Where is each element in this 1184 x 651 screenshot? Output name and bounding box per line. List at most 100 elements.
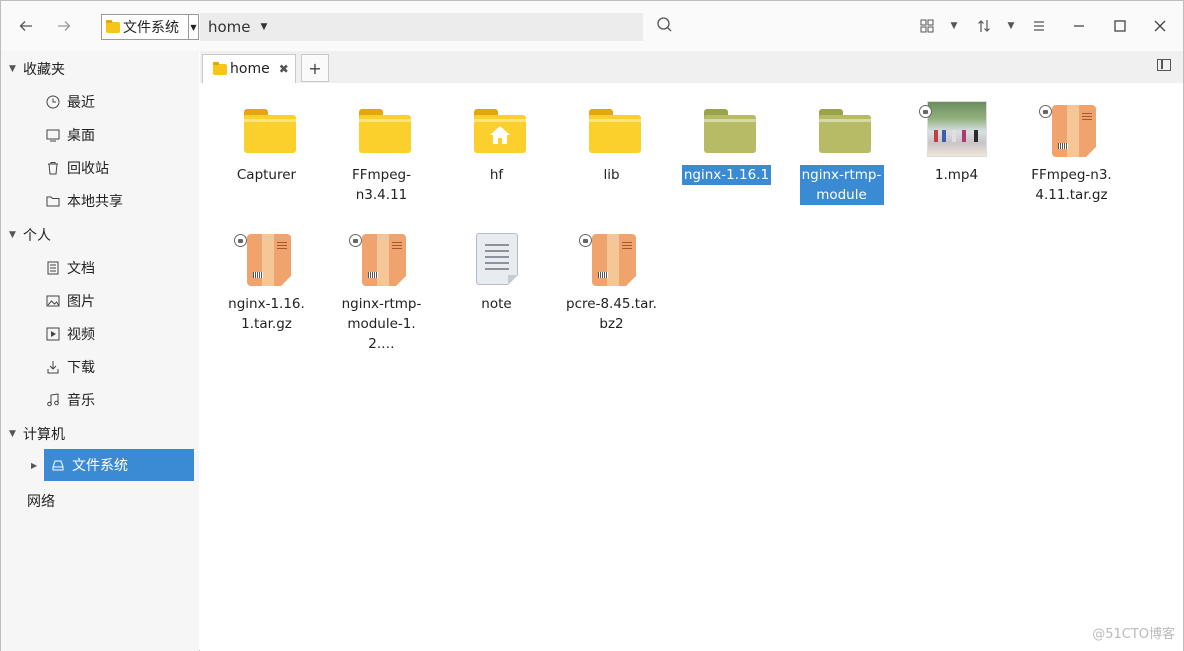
location-label: 文件系统 <box>123 20 179 36</box>
file-item[interactable]: FFmpeg-n3.4.11 <box>324 101 439 205</box>
file-item-selected[interactable]: nginx-1.16.1 <box>669 101 784 185</box>
file-item[interactable]: pcre-8.45.tar.bz2 <box>554 230 669 334</box>
chevron-down-icon[interactable]: ▼ <box>9 64 23 74</box>
archive-icon <box>246 234 291 286</box>
sidebar-item-recent[interactable]: 最近 <box>45 88 193 116</box>
folder-icon <box>106 19 120 33</box>
file-name: lib <box>603 167 620 183</box>
sort-dropdown-icon[interactable]: ▼ <box>998 13 1024 39</box>
file-name: nginx-rtmp-module <box>799 165 884 205</box>
chevron-right-icon[interactable]: ▶ <box>31 461 37 470</box>
sidebar-item-documents[interactable]: 文档 <box>45 254 193 282</box>
sidebar-item-label: 下载 <box>67 360 95 376</box>
trash-icon <box>45 160 61 176</box>
archive-icon <box>591 234 636 286</box>
video-thumbnail-icon <box>926 101 987 157</box>
sort-icon[interactable] <box>971 13 997 39</box>
sidebar-item-label: 视频 <box>67 327 95 343</box>
sidebar-item-pictures[interactable]: 图片 <box>45 287 193 315</box>
search-icon[interactable] <box>656 16 676 36</box>
sidebar: ▼ 收藏夹 最近 桌面 回收站 本地共享 ▼ 个人 文档 图片 视频 下载 音乐… <box>1 51 199 651</box>
sidebar-item-label: 回收站 <box>67 161 109 177</box>
chevron-down-icon[interactable]: ▼ <box>9 429 23 439</box>
sidebar-item-label: 音乐 <box>67 393 95 409</box>
sidebar-item-trash[interactable]: 回收站 <box>45 154 193 182</box>
home-folder-icon <box>473 109 526 153</box>
file-name: hf <box>489 167 504 183</box>
folder-icon <box>703 109 756 153</box>
file-name: FFmpeg-n3.4.11.tar.gz <box>1031 167 1112 203</box>
sidebar-section-computer[interactable]: ▼ 计算机 <box>9 421 65 447</box>
folder-share-icon <box>45 193 61 209</box>
sidebar-section-favorites[interactable]: ▼ 收藏夹 <box>9 56 65 82</box>
file-name: Capturer <box>236 167 297 183</box>
section-title: 计算机 <box>23 427 65 443</box>
view-dropdown-icon[interactable]: ▼ <box>941 13 967 39</box>
file-item[interactable]: Capturer <box>209 101 324 185</box>
file-item[interactable]: lib <box>554 101 669 185</box>
minimize-icon[interactable] <box>1066 13 1092 39</box>
section-title: 收藏夹 <box>23 62 65 78</box>
sidebar-panel-icon[interactable] <box>1157 59 1171 71</box>
file-item[interactable]: note <box>439 230 554 314</box>
lock-icon <box>348 234 362 247</box>
archive-icon <box>1051 105 1096 157</box>
music-icon <box>45 392 61 408</box>
file-name: FFmpeg-n3.4.11 <box>352 167 411 203</box>
maximize-icon[interactable] <box>1107 13 1133 39</box>
file-name: nginx-1.16.1 <box>681 165 772 185</box>
menu-icon[interactable] <box>1026 13 1052 39</box>
document-icon <box>45 260 61 276</box>
section-title: 网络 <box>27 494 55 510</box>
file-item[interactable]: nginx-1.16.1.tar.gz <box>209 230 324 334</box>
close-icon[interactable] <box>1147 13 1173 39</box>
file-item[interactable]: FFmpeg-n3.4.11.tar.gz <box>1014 101 1129 205</box>
grid-view-icon[interactable] <box>914 13 940 39</box>
sidebar-item-label: 文件系统 <box>72 458 128 474</box>
chevron-down-icon[interactable]: ▼ <box>261 22 268 32</box>
folder-icon <box>358 109 411 153</box>
tab-bar: home ✖ + <box>200 51 1183 83</box>
file-manager-window: 文件系统 ▼ home ▼ ▼ ▼ ▼ 收藏夹 最近 桌面 回收站 本地共享 ▼… <box>0 0 1184 651</box>
file-name: pcre-8.45.tar.bz2 <box>566 296 657 332</box>
sidebar-item-label: 桌面 <box>67 128 95 144</box>
lock-icon <box>1038 105 1052 118</box>
file-name: nginx-1.16.1.tar.gz <box>228 296 305 332</box>
watermark: @51CTO博客 <box>1092 627 1175 642</box>
text-file-icon <box>475 233 518 285</box>
sidebar-item-label: 图片 <box>67 294 95 310</box>
file-name: 1.mp4 <box>934 167 979 183</box>
forward-icon[interactable] <box>51 13 77 39</box>
close-icon[interactable]: ✖ <box>279 62 289 76</box>
drive-icon <box>50 457 66 473</box>
breadcrumb[interactable]: home ▼ <box>200 13 643 41</box>
sidebar-item-label: 本地共享 <box>67 194 123 210</box>
sidebar-section-personal[interactable]: ▼ 个人 <box>9 222 51 248</box>
sidebar-item-filesystem[interactable]: 文件系统 <box>44 449 194 481</box>
sidebar-item-local-share[interactable]: 本地共享 <box>45 187 193 215</box>
tab-label: home <box>230 61 270 77</box>
add-tab-button[interactable]: + <box>301 54 329 82</box>
file-item[interactable]: hf <box>439 101 554 185</box>
sidebar-item-desktop[interactable]: 桌面 <box>45 121 193 149</box>
sidebar-section-network[interactable]: 网络 <box>27 488 55 514</box>
folder-icon <box>818 109 871 153</box>
sidebar-item-music[interactable]: 音乐 <box>45 386 193 414</box>
sidebar-item-downloads[interactable]: 下载 <box>45 353 193 381</box>
lock-icon <box>578 234 592 247</box>
toolbar: 文件系统 ▼ home ▼ ▼ ▼ <box>1 1 1183 51</box>
section-title: 个人 <box>23 228 51 244</box>
lock-icon <box>918 105 932 118</box>
tab-home[interactable]: home ✖ <box>202 54 296 83</box>
back-icon[interactable] <box>13 13 39 39</box>
folder-icon <box>588 109 641 153</box>
chevron-down-icon[interactable]: ▼ <box>188 15 198 39</box>
sidebar-item-videos[interactable]: 视频 <box>45 320 193 348</box>
chevron-down-icon[interactable]: ▼ <box>9 230 23 240</box>
file-item-selected[interactable]: nginx-rtmp-module <box>784 101 899 205</box>
file-item[interactable]: 1.mp4 <box>899 101 1014 185</box>
file-item[interactable]: nginx-rtmp-module-1.2.… <box>324 230 439 354</box>
download-icon <box>45 359 61 375</box>
location-selector[interactable]: 文件系统 ▼ <box>101 14 199 40</box>
breadcrumb-home[interactable]: home <box>208 18 251 36</box>
